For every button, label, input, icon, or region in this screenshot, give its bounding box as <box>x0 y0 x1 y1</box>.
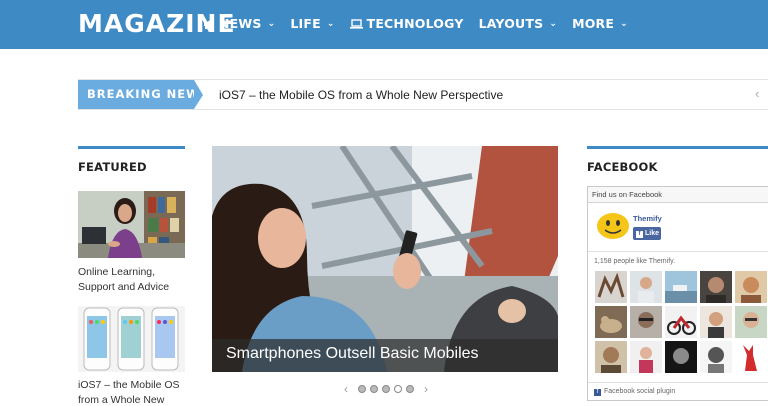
facebook-title: FACEBOOK <box>587 160 658 174</box>
nav-item-layouts[interactable]: LAYOUTS ⌄ <box>479 16 558 31</box>
slider-dot-4[interactable] <box>394 385 402 393</box>
megaphone-icon <box>203 18 215 29</box>
slider-pagination: ‹ › <box>338 382 434 396</box>
section-rule <box>78 146 185 149</box>
facebook-page-name[interactable]: Themify <box>633 214 662 223</box>
breaking-news-bar: BREAKING NEWS iOS7 – the Mobile OS from … <box>78 79 768 110</box>
nav-label: LIFE <box>290 16 321 31</box>
nav-item-more[interactable]: MORE ⌄ <box>572 16 628 31</box>
nav-label: TECHNOLOGY <box>366 16 464 31</box>
featured-column: FEATURED Online Learning, Support and Ad… <box>78 146 185 406</box>
slider-dot-3[interactable] <box>382 385 390 393</box>
nav-item-technology[interactable]: TECHNOLOGY <box>349 16 464 31</box>
nav-label: NEWS <box>219 16 262 31</box>
fan-avatar[interactable] <box>735 341 767 373</box>
slider-dot-1[interactable] <box>358 385 366 393</box>
nav-item-news[interactable]: NEWS ⌄ <box>203 16 275 31</box>
slider-dot-2[interactable] <box>370 385 378 393</box>
featured-thumbnail-ios7[interactable] <box>78 306 185 372</box>
facebook-icon: f <box>594 389 601 396</box>
facebook-like-box: Find us on Facebook Themify f Like 1,158 … <box>587 186 768 401</box>
fan-avatar[interactable] <box>630 341 662 373</box>
slider-caption-text[interactable]: Smartphones Outsell Basic Mobiles <box>226 345 479 363</box>
fan-avatar[interactable] <box>665 271 697 303</box>
featured-slider[interactable]: Smartphones Outsell Basic Mobiles <box>212 146 558 372</box>
main-nav: NEWS ⌄ LIFE ⌄ TECHNOLOGY LAYOUTS ⌄ MORE … <box>203 16 628 31</box>
chevron-down-icon: ⌄ <box>326 18 335 29</box>
breaking-news-arrow <box>194 80 203 109</box>
chevron-left-icon[interactable]: ‹ <box>755 86 759 101</box>
fan-avatar[interactable] <box>700 306 732 338</box>
chevron-right-icon[interactable]: › <box>424 382 428 396</box>
fan-avatar[interactable] <box>595 341 627 373</box>
fan-avatar[interactable] <box>735 306 767 338</box>
facebook-plugin-label: Facebook social plugin <box>604 388 676 395</box>
fan-avatar[interactable] <box>595 306 627 338</box>
featured-caption-2[interactable]: iOS7 – the Mobile OS from a Whole New <box>78 378 185 406</box>
fan-avatar[interactable] <box>630 271 662 303</box>
facebook-fan-count: 1,158 people like Themify. <box>588 251 768 265</box>
nav-label: LAYOUTS <box>478 16 544 31</box>
fan-avatar[interactable] <box>665 306 697 338</box>
themify-page-avatar[interactable] <box>596 211 630 241</box>
nav-item-life[interactable]: LIFE ⌄ <box>290 16 334 31</box>
section-rule <box>587 146 768 149</box>
facebook-fan-grid <box>595 271 767 373</box>
facebook-like-button[interactable]: f Like <box>633 227 661 240</box>
fan-avatar[interactable] <box>700 271 732 303</box>
fan-avatar[interactable] <box>700 341 732 373</box>
facebook-social-plugin[interactable]: f Facebook social plugin <box>588 382 768 401</box>
facebook-like-label: Like <box>645 230 660 237</box>
facebook-column: FACEBOOK Find us on Facebook Themify f Li… <box>587 146 768 401</box>
featured-caption-1[interactable]: Online Learning, Support and Advice <box>78 265 185 295</box>
slider-dot-5[interactable] <box>406 385 414 393</box>
chevron-down-icon: ⌄ <box>620 18 628 29</box>
slider-caption-bar: Smartphones Outsell Basic Mobiles <box>212 339 558 372</box>
laptop-icon <box>349 18 363 29</box>
featured-thumbnail-learning[interactable] <box>78 191 185 258</box>
chevron-left-icon[interactable]: ‹ <box>344 382 348 396</box>
fan-avatar[interactable] <box>630 306 662 338</box>
fan-avatar[interactable] <box>595 271 627 303</box>
facebook-find-us[interactable]: Find us on Facebook <box>588 187 768 203</box>
fan-avatar[interactable] <box>665 341 697 373</box>
fan-avatar[interactable] <box>735 271 767 303</box>
chevron-down-icon: ⌄ <box>267 18 276 29</box>
breaking-news-label: BREAKING NEWS <box>78 80 208 109</box>
breaking-news-headline[interactable]: iOS7 – the Mobile OS from a Whole New Pe… <box>219 88 503 102</box>
featured-title: FEATURED <box>78 160 147 174</box>
facebook-icon: f <box>636 231 643 238</box>
top-navigation-bar: MAGAZINE NEWS ⌄ LIFE ⌄ TECHNOLOGY LAYOUT… <box>0 0 768 49</box>
chevron-down-icon: ⌄ <box>549 18 558 29</box>
nav-label: MORE <box>572 16 615 31</box>
